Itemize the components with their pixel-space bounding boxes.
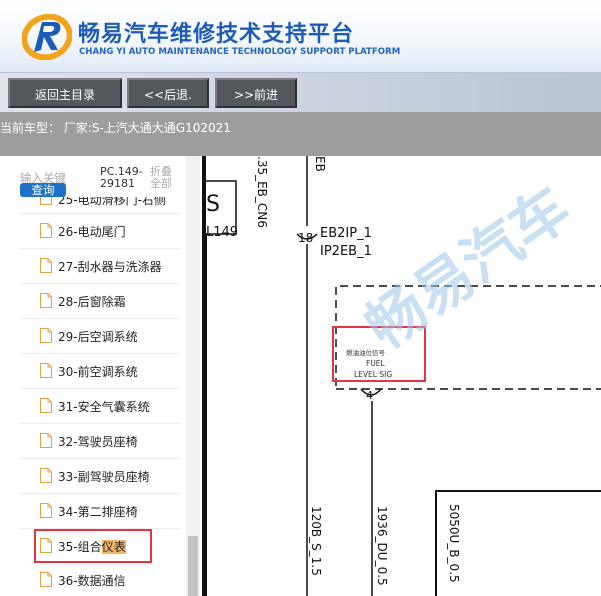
tree-item[interactable]: 25-电动滑移门-右侧 bbox=[20, 197, 180, 214]
document-icon bbox=[40, 363, 52, 378]
home-button[interactable]: 返回主目录 bbox=[8, 78, 122, 108]
tree-item[interactable]: 28-后窗除霜 bbox=[20, 284, 180, 319]
document-icon bbox=[40, 398, 52, 413]
tree-list: 25-电动滑移门-右侧 26-电动尾门 27-刮水器与洗涤器 28-后窗除霜 2… bbox=[20, 197, 180, 596]
connector-l149-label: L149 bbox=[206, 225, 238, 240]
back-button[interactable]: <<后退. bbox=[127, 78, 209, 108]
tree-item[interactable]: 36-数据通信 bbox=[20, 563, 180, 596]
tree-item-label: 29-后空调系统 bbox=[58, 330, 138, 344]
vehicle-info-bar: 当前车型： 厂家:S-上汽大通大通G102021 bbox=[0, 112, 601, 156]
tree-item-label: 25-电动滑移门-右侧 bbox=[58, 197, 166, 207]
document-icon bbox=[40, 503, 52, 518]
forward-button[interactable]: >>前进 bbox=[215, 78, 297, 108]
document-icon bbox=[40, 538, 52, 553]
connector-s-label: S bbox=[206, 192, 220, 217]
document-icon bbox=[40, 468, 52, 483]
collapse-all-button[interactable]: 折叠全部 bbox=[150, 166, 180, 190]
document-icon bbox=[40, 328, 52, 343]
tree-item[interactable]: 30-前空调系统 bbox=[20, 354, 180, 389]
tree-item-label: 27-刮水器与洗涤器 bbox=[58, 260, 162, 274]
document-icon bbox=[40, 258, 52, 273]
tree-item-label: 34-第二排座椅 bbox=[58, 505, 138, 519]
fuel-label: FUEL bbox=[366, 359, 386, 368]
brand-title-en: CHANG YI AUTO MAINTENANCE TECHNOLOGY SUP… bbox=[79, 47, 401, 57]
tree-item[interactable]: 29-后空调系统 bbox=[20, 319, 180, 354]
connector-ip2eb-label: IP2EB_1 bbox=[320, 244, 372, 259]
tree-item-label: 33-副驾驶员座椅 bbox=[58, 470, 150, 484]
tree-item[interactable]: 27-刮水器与洗涤器 bbox=[20, 249, 180, 284]
tree-item[interactable]: 26-电动尾门 bbox=[20, 214, 180, 249]
search-highlight: 仪表 bbox=[101, 540, 126, 554]
brand-title-cn: 畅易汽车维修技术支持平台 bbox=[78, 22, 355, 47]
level-sig-label: LEVEL SIG bbox=[354, 370, 392, 379]
connector-eb2ip-label: EB2IP_1 bbox=[320, 226, 372, 241]
document-icon bbox=[40, 223, 52, 238]
sidebar-scrollbar[interactable] bbox=[186, 156, 200, 596]
tree-item-label: 26-电动尾门 bbox=[58, 225, 126, 239]
tree-item-label: 35-组合仪表 bbox=[58, 540, 126, 554]
tree-item[interactable]: 32-驾驶员座椅 bbox=[20, 424, 180, 459]
current-vehicle-text: 当前车型： 厂家:S-上汽大通大通G102021 bbox=[0, 121, 231, 135]
tree-item-selected[interactable]: 35-组合仪表 bbox=[34, 529, 152, 563]
fuel-level-cn-label: 燃油油位信号 bbox=[346, 348, 386, 357]
tree-item-label: 31-安全气囊系统 bbox=[58, 400, 150, 414]
tree-item-label: 36-数据通信 bbox=[58, 574, 126, 588]
scrollbar-thumb[interactable] bbox=[188, 536, 198, 596]
tree-item[interactable]: 34-第二排座椅 bbox=[20, 494, 180, 529]
app-header: 畅易汽车维修技术支持平台 CHANG YI AUTO MAINTENANCE T… bbox=[0, 0, 601, 72]
wire-eb-label: EB bbox=[313, 156, 327, 172]
pin-18-label: 18 bbox=[298, 231, 313, 245]
sidebar-tree: 输入关键 查询 PC.149-29181 折叠全部 25-电动滑移门-右侧 26… bbox=[0, 156, 204, 596]
nav-bar: 返回主目录 <<后退. >>前进 bbox=[0, 72, 601, 113]
document-icon bbox=[40, 293, 52, 308]
tree-item-label: 30-前空调系统 bbox=[58, 365, 138, 379]
wire-eb-cn6-label: .35_EB_CN6 bbox=[255, 156, 269, 228]
tree-item[interactable]: 31-安全气囊系统 bbox=[20, 389, 180, 424]
wire-1936-label: 1936_DU_0.5 bbox=[375, 506, 389, 586]
wire-120b-label: 120B_S_1.5 bbox=[309, 506, 323, 576]
document-icon bbox=[40, 433, 52, 448]
pin-4-label: 4 bbox=[366, 389, 373, 402]
document-icon bbox=[40, 197, 52, 205]
tree-item[interactable]: 33-副驾驶员座椅 bbox=[20, 459, 180, 494]
search-button[interactable]: 查询 bbox=[20, 183, 66, 197]
tree-item-label: 32-驾驶员座椅 bbox=[58, 435, 138, 449]
document-code: PC.149-29181 bbox=[100, 165, 143, 190]
wiring-diagram: S L149 .35_EB_CN6 EB 18 EB2IP_1 IP2EB_1 … bbox=[206, 156, 601, 596]
tree-item-label: 28-后窗除霜 bbox=[58, 295, 126, 309]
document-icon bbox=[40, 572, 52, 587]
ry-logo-icon bbox=[22, 14, 72, 60]
wire-5050u-label: 5050U_B_0.5 bbox=[447, 504, 461, 583]
